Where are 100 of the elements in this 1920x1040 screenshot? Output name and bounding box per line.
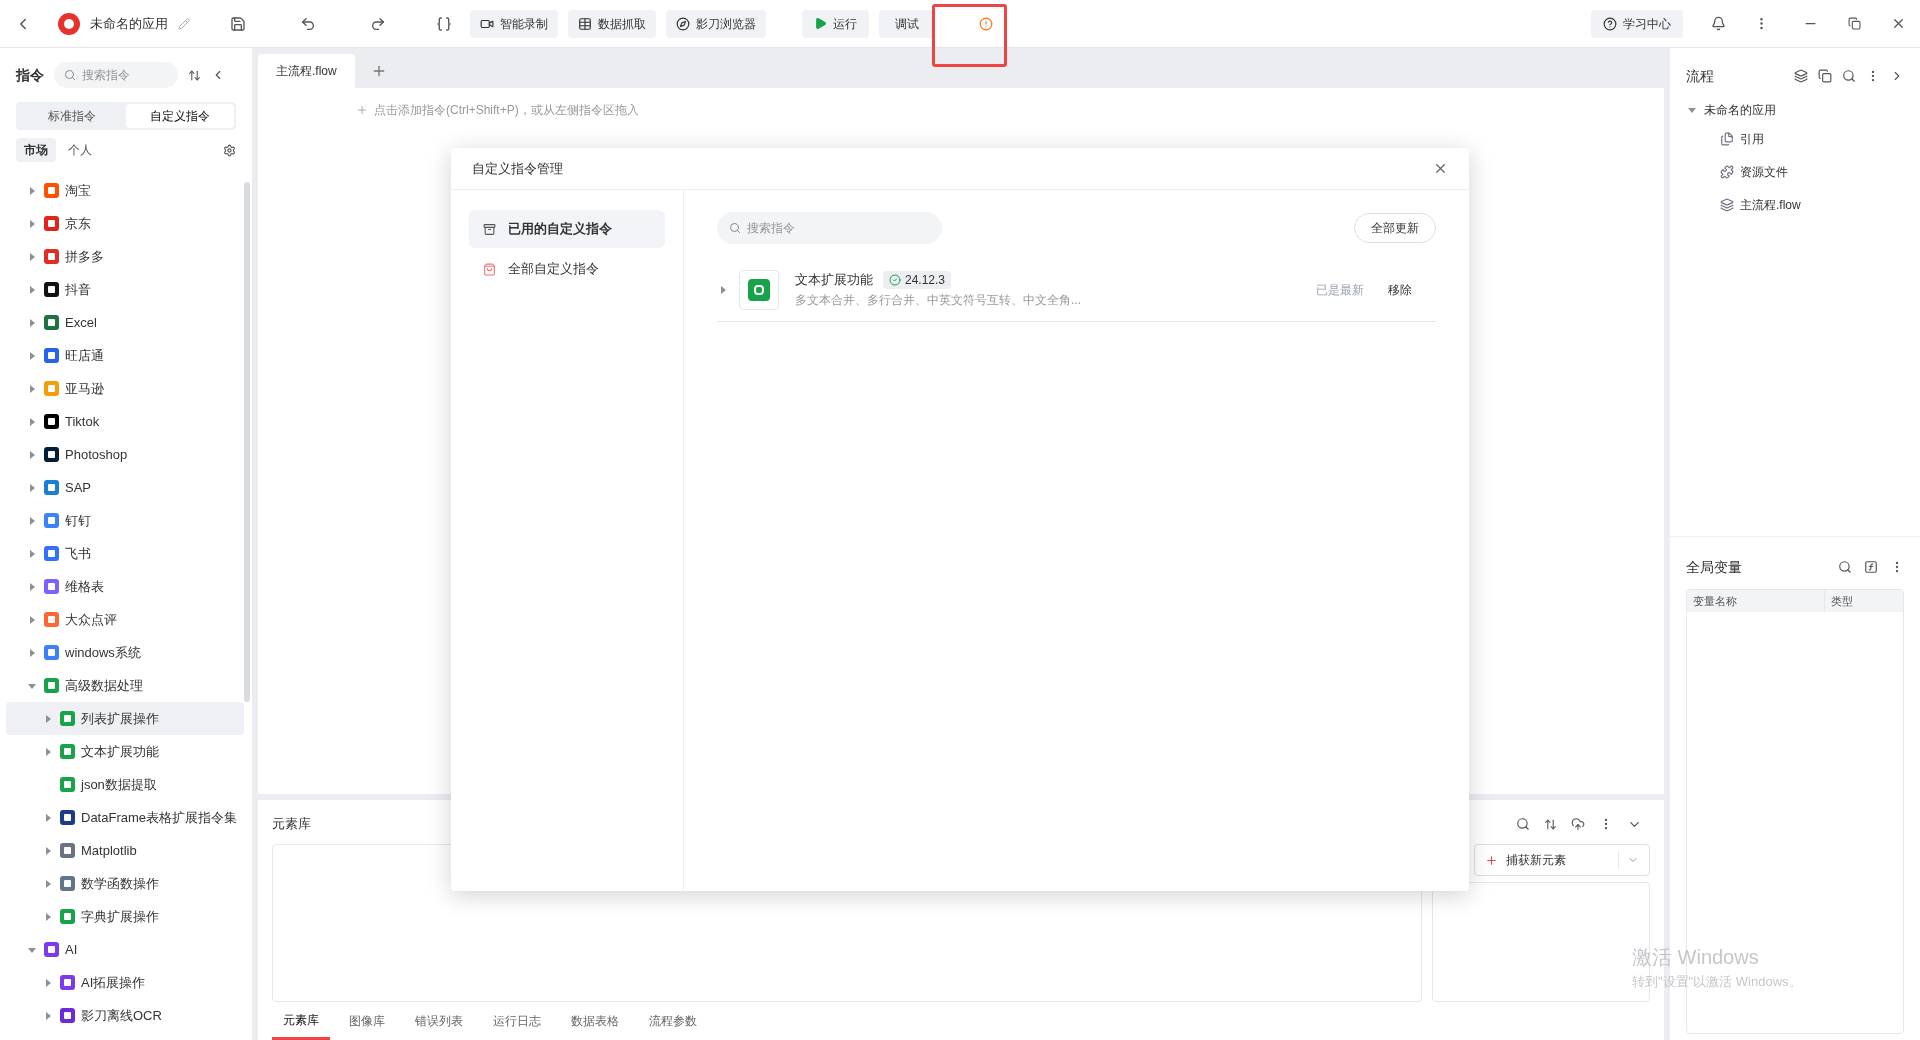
sort-icon[interactable] <box>188 68 201 82</box>
caret-icon[interactable] <box>44 747 52 756</box>
caret-icon[interactable] <box>28 549 36 558</box>
caret-icon[interactable] <box>28 186 36 195</box>
panel-tab[interactable]: 元素库 <box>272 1002 330 1040</box>
nav-item[interactable]: 已用的自定义指令 <box>469 210 665 248</box>
caret-icon[interactable] <box>44 714 52 723</box>
upload-icon[interactable] <box>1571 817 1585 831</box>
search-field[interactable]: 搜索指令 <box>717 212 942 244</box>
caret-icon[interactable] <box>44 846 52 855</box>
run-button[interactable]: 运行 <box>802 9 869 38</box>
tree-item[interactable]: 抖音 <box>6 273 244 306</box>
tree-item[interactable]: 文本扩展功能 <box>6 735 244 768</box>
caret-icon[interactable] <box>28 351 36 360</box>
panel-tab[interactable]: 图像库 <box>338 1002 396 1040</box>
caret-icon[interactable] <box>1688 106 1696 114</box>
capture-button[interactable]: 捕获新元素 <box>1474 844 1650 876</box>
tree-item[interactable]: 字典扩展操作 <box>6 900 244 933</box>
caret-icon[interactable] <box>28 483 36 492</box>
alert-icon[interactable] <box>979 16 993 31</box>
caret-icon[interactable] <box>28 615 36 624</box>
tree-item[interactable]: 大众点评 <box>6 603 244 636</box>
tree-item[interactable]: 亚马逊 <box>6 372 244 405</box>
add-function-icon[interactable] <box>1864 560 1878 574</box>
caret-icon[interactable] <box>44 912 52 921</box>
panel-tab[interactable]: 数据表格 <box>560 1002 630 1040</box>
panel-tab[interactable]: 错误列表 <box>404 1002 474 1040</box>
remove-button[interactable]: 移除 <box>1374 280 1426 299</box>
caret-icon[interactable] <box>44 1011 52 1020</box>
add-layer-icon[interactable] <box>1794 69 1808 83</box>
tree-item[interactable]: 资源文件 <box>1686 155 1904 188</box>
tree-item[interactable]: Photoshop <box>6 438 244 471</box>
caret-icon[interactable] <box>28 384 36 393</box>
caret-icon[interactable] <box>28 450 36 459</box>
tree-item[interactable]: AI <box>6 933 244 966</box>
search-icon[interactable] <box>1838 560 1852 574</box>
notification-icon[interactable] <box>1711 16 1726 31</box>
segment-tab[interactable]: 标准指令 <box>18 104 126 128</box>
panel-tab[interactable]: 流程参数 <box>638 1002 708 1040</box>
settings-icon[interactable] <box>223 143 236 157</box>
tree-item[interactable]: 列表扩展操作 <box>6 702 244 735</box>
toolbar-button[interactable]: 数据抓取 <box>568 9 656 38</box>
tree-item[interactable]: 影刀离线OCR <box>6 999 244 1032</box>
segment-tab[interactable]: 自定义指令 <box>126 104 234 128</box>
caret-icon[interactable] <box>719 285 727 294</box>
tree-item[interactable]: 拼多多 <box>6 240 244 273</box>
variable-icon[interactable] <box>436 15 452 32</box>
tree-item[interactable]: json数据提取 <box>6 768 244 801</box>
sub-tab[interactable]: 市场 <box>16 138 56 162</box>
caret-icon[interactable] <box>28 945 36 954</box>
sub-tab[interactable]: 个人 <box>60 138 100 162</box>
tree-item[interactable]: DataFrame表格扩展指令集 <box>6 801 244 834</box>
tree-item[interactable]: SAP <box>6 471 244 504</box>
file-tab[interactable]: 主流程.flow <box>258 54 355 88</box>
tree-item[interactable]: 未命名的应用 <box>1686 98 1904 122</box>
tree-item[interactable]: Matplotlib <box>6 834 244 867</box>
tree-item[interactable]: Excel <box>6 306 244 339</box>
tree-item[interactable]: 飞书 <box>6 537 244 570</box>
search-icon[interactable] <box>1842 69 1856 83</box>
tree-item[interactable]: 数学函数操作 <box>6 867 244 900</box>
caret-icon[interactable] <box>44 879 52 888</box>
caret-icon[interactable] <box>28 285 36 294</box>
panel-tab[interactable]: 运行日志 <box>482 1002 552 1040</box>
tree-item[interactable]: 维格表 <box>6 570 244 603</box>
caret-icon[interactable] <box>28 516 36 525</box>
caret-icon[interactable] <box>44 978 52 987</box>
close-icon[interactable] <box>1891 16 1906 31</box>
caret-icon[interactable] <box>28 582 36 591</box>
scrollbar[interactable] <box>244 182 250 702</box>
tree-item[interactable]: 钉钉 <box>6 504 244 537</box>
caret-icon[interactable] <box>28 417 36 426</box>
sort-icon[interactable] <box>1544 817 1557 831</box>
caret-icon[interactable] <box>28 252 36 261</box>
tree-item[interactable]: 淘宝 <box>6 174 244 207</box>
caret-icon[interactable] <box>28 681 36 690</box>
close-icon[interactable] <box>1433 161 1448 176</box>
help-button[interactable]: 学习中心 <box>1591 9 1683 38</box>
caret-icon[interactable] <box>28 318 36 327</box>
tree-item[interactable]: 引用 <box>1686 122 1904 155</box>
debug-button[interactable]: 调试 <box>879 9 935 38</box>
tree-item[interactable]: 高级数据处理 <box>6 669 244 702</box>
caret-icon[interactable] <box>28 648 36 657</box>
toolbar-button[interactable]: 影刀浏览器 <box>666 9 766 38</box>
tree-item[interactable]: 京东 <box>6 207 244 240</box>
restore-icon[interactable] <box>1848 17 1861 30</box>
tree-item[interactable]: 旺店通 <box>6 339 244 372</box>
save-icon[interactable] <box>230 15 246 32</box>
caret-icon[interactable] <box>44 813 52 822</box>
tree-item[interactable]: AI拓展操作 <box>6 966 244 999</box>
add-copy-icon[interactable] <box>1818 69 1832 83</box>
tree-item[interactable]: 主流程.flow <box>1686 188 1904 221</box>
caret-icon[interactable] <box>28 219 36 228</box>
tree-item[interactable]: windows系统 <box>6 636 244 669</box>
undo-icon[interactable] <box>300 15 316 32</box>
redo-icon[interactable] <box>370 15 386 32</box>
edit-icon[interactable] <box>178 17 190 30</box>
toolbar-button[interactable]: 智能录制 <box>470 9 558 38</box>
search-icon[interactable] <box>1516 817 1530 831</box>
nav-item[interactable]: 全部自定义指令 <box>469 250 665 288</box>
search-field[interactable]: 搜索指令 <box>54 62 178 88</box>
